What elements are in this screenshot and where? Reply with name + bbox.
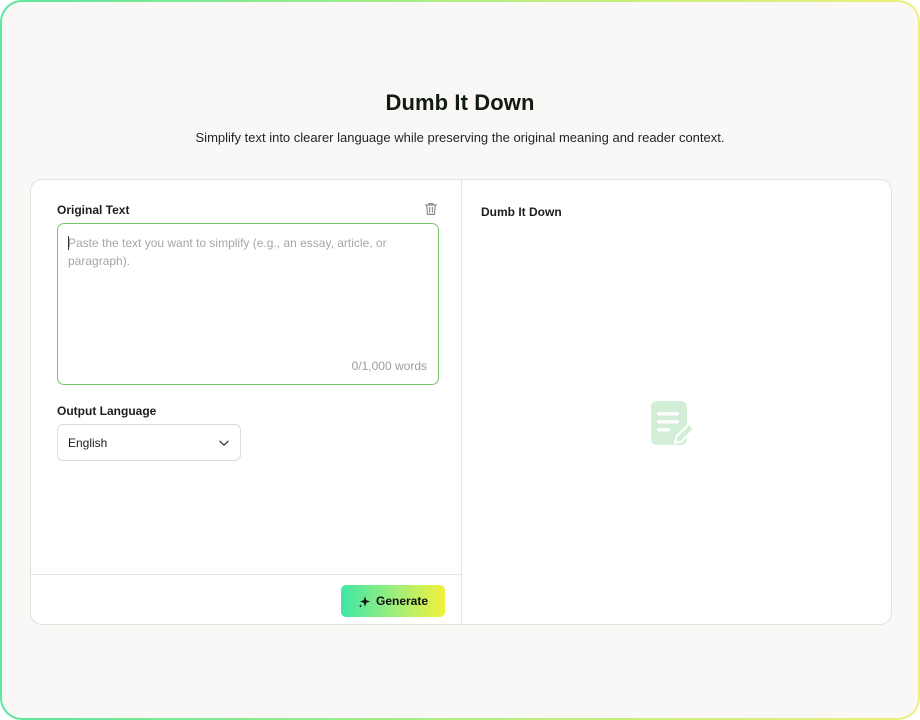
output-pane: Dumb It Down <box>462 180 891 624</box>
page-title: Dumb It Down <box>385 90 535 115</box>
output-title: Dumb It Down <box>481 205 562 219</box>
page-subtitle: Simplify text into clearer language whil… <box>195 130 725 145</box>
sparkle-icon <box>358 595 371 608</box>
app-background: Dumb It Down Simplify text into clearer … <box>2 2 918 718</box>
generate-button-label: Generate <box>375 594 429 608</box>
original-text-label: Original Text <box>57 203 130 217</box>
output-language-select[interactable]: English <box>57 424 241 461</box>
word-count: 0/1,000 words <box>351 359 427 373</box>
chevron-down-icon <box>219 440 229 446</box>
trash-icon[interactable] <box>423 201 439 217</box>
tool-card: Original Text 0/1,000 words Output <box>30 179 892 625</box>
footer-divider <box>31 574 462 575</box>
document-edit-icon <box>651 401 695 445</box>
original-text-field-wrapper: 0/1,000 words <box>57 223 439 385</box>
output-language-label: Output Language <box>57 404 157 418</box>
output-language-value: English <box>68 436 108 450</box>
input-pane: Original Text 0/1,000 words Output <box>31 180 462 624</box>
generate-button[interactable]: Generate <box>341 585 445 617</box>
app-frame: Dumb It Down Simplify text into clearer … <box>0 0 920 720</box>
text-cursor <box>68 236 69 250</box>
